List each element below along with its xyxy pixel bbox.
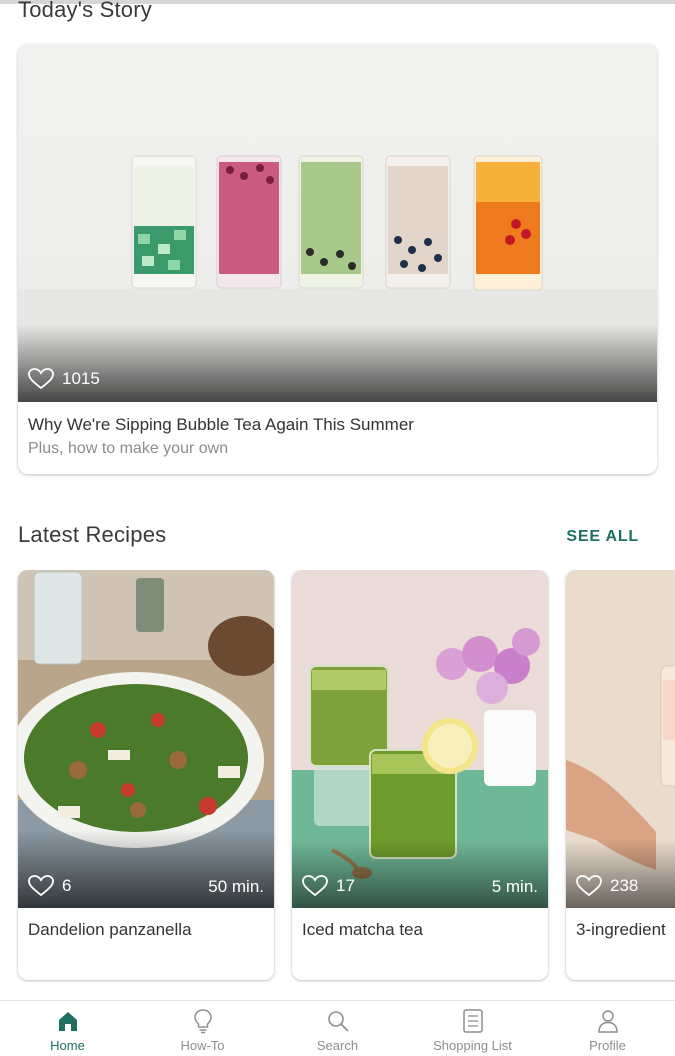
story-subtitle: Plus, how to make your own bbox=[28, 440, 229, 457]
profile-icon[interactable] bbox=[596, 1008, 620, 1034]
recipe-like-count: 6 bbox=[62, 876, 72, 895]
nav-label: Shopping List bbox=[433, 1038, 512, 1053]
nav-item-how-to[interactable]: How-To bbox=[135, 1001, 270, 1056]
recipe-like-count: 238 bbox=[610, 876, 639, 895]
recipe-card[interactable]: 6 50 min. Dandelion panzanella bbox=[18, 570, 274, 980]
recipe-name: Dandelion panzanella bbox=[28, 920, 192, 939]
heart-icon[interactable] bbox=[28, 368, 54, 390]
recipe-like-counter[interactable]: 6 bbox=[28, 875, 71, 897]
story-card[interactable]: 1015 Why We're Sipping Bubble Tea Again … bbox=[18, 44, 657, 474]
nav-label: Home bbox=[50, 1038, 85, 1053]
heart-icon[interactable] bbox=[28, 875, 54, 897]
nav-item-search[interactable]: Search bbox=[270, 1001, 405, 1056]
see-all-link[interactable]: SEE ALL bbox=[566, 528, 639, 546]
nav-label: How-To bbox=[180, 1038, 225, 1053]
recipe-image-matcha bbox=[292, 570, 548, 908]
story-like-count: 1015 bbox=[62, 369, 100, 388]
recipe-image-3-ingredient bbox=[566, 570, 675, 908]
home-icon[interactable] bbox=[56, 1009, 80, 1033]
nav-label: Search bbox=[316, 1038, 359, 1053]
nav-item-profile[interactable]: Profile bbox=[540, 1001, 675, 1056]
recipe-card[interactable]: 17 5 min. Iced matcha tea bbox=[292, 570, 548, 980]
lightbulb-icon[interactable] bbox=[191, 1008, 215, 1034]
recipe-like-counter[interactable]: 17 bbox=[302, 875, 355, 897]
recipe-time: 50 min. bbox=[208, 877, 264, 896]
recipe-like-counter[interactable]: 238 bbox=[576, 875, 638, 897]
search-icon[interactable] bbox=[326, 1009, 350, 1033]
shopping-list-icon[interactable] bbox=[462, 1008, 484, 1034]
recipe-name: Iced matcha tea bbox=[302, 920, 423, 939]
nav-label: Profile bbox=[589, 1038, 626, 1053]
recipes-carousel[interactable]: 6 50 min. Dandelion panzanella 17 5 min.… bbox=[0, 570, 675, 982]
story-headline: Why We're Sipping Bubble Tea Again This … bbox=[28, 415, 414, 434]
recipe-like-count: 17 bbox=[336, 876, 355, 895]
heart-icon[interactable] bbox=[302, 875, 328, 897]
section-title-latest-recipes: Latest Recipes bbox=[18, 522, 167, 547]
story-like-counter[interactable]: 1015 bbox=[28, 368, 100, 390]
bottom-nav: Home How-To Search Shopping List Profile bbox=[0, 1000, 675, 1056]
nav-item-shopping-list[interactable]: Shopping List bbox=[405, 1001, 540, 1056]
recipe-card[interactable]: 238 3-ingredient bbox=[566, 570, 675, 980]
section-title-todays-story: Today's Story bbox=[18, 0, 152, 22]
recipe-image-panzanella bbox=[18, 570, 274, 908]
recipe-name: 3-ingredient bbox=[576, 920, 666, 939]
recipe-time: 5 min. bbox=[491, 877, 538, 896]
nav-item-home[interactable]: Home bbox=[0, 1001, 135, 1056]
story-image-bubble-tea[interactable] bbox=[18, 44, 657, 402]
heart-icon[interactable] bbox=[576, 875, 602, 897]
